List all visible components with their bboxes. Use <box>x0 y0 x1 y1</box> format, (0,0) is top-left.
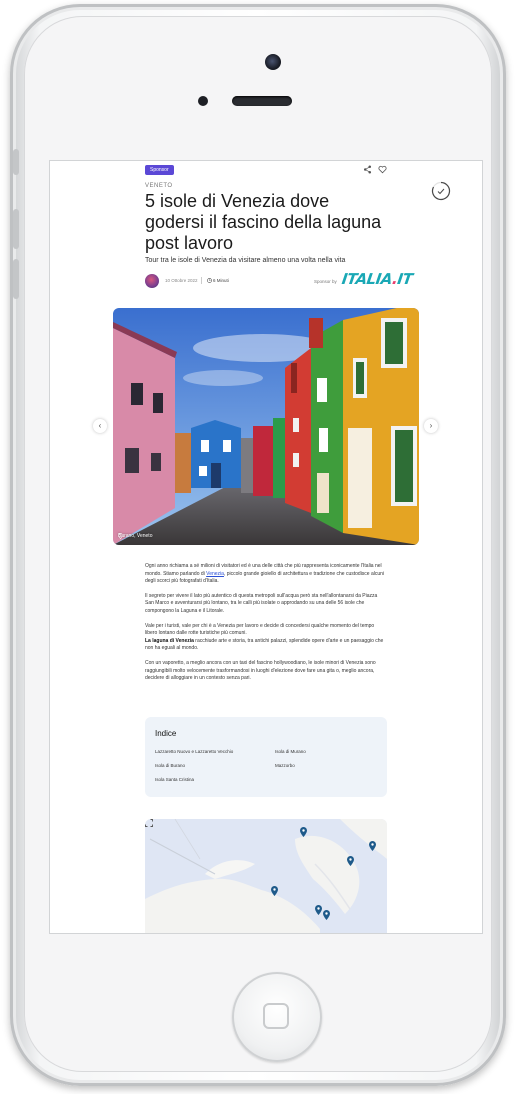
burano-street-illustration <box>113 308 419 545</box>
paragraph-3-bold: La laguna di Venezia <box>145 637 194 644</box>
map-pin-icon[interactable] <box>300 827 307 837</box>
map-pin-icon[interactable] <box>347 856 354 866</box>
volume-up-button <box>13 209 19 249</box>
read-time: 6 Minuti <box>213 278 229 283</box>
home-button[interactable] <box>232 972 322 1062</box>
reading-progress-icon <box>431 181 451 201</box>
mute-switch <box>13 149 19 175</box>
chevron-right-icon: › <box>429 421 433 430</box>
heart-icon[interactable] <box>378 165 387 174</box>
author-avatar[interactable] <box>145 274 159 288</box>
index-link[interactable]: Isola di Murano <box>275 749 306 754</box>
italia-it-logo[interactable]: ITALIA.IT <box>341 270 414 288</box>
paragraph-1: Ogni anno richiama a sé milioni di visit… <box>145 563 385 586</box>
carousel-prev-button[interactable]: ‹ <box>93 419 107 433</box>
index-title: Indice <box>155 729 177 738</box>
publish-date: 10 Ottobre 2022 <box>165 278 198 283</box>
map-pin-icon[interactable] <box>315 905 322 915</box>
sponsor-label: Sponsor by <box>314 279 337 284</box>
logo-text-end: IT <box>396 270 414 288</box>
paragraph-3-text-a: Vale per i turisti, vale per chi è a Ven… <box>145 622 375 637</box>
region-label: VENETO <box>145 183 173 189</box>
paragraph-2: Il segreto per vivere il lato più autent… <box>145 592 378 614</box>
map-pin-icon[interactable] <box>369 841 376 851</box>
meta-divider <box>201 277 202 284</box>
front-camera <box>265 54 281 70</box>
expand-icon[interactable] <box>145 819 153 827</box>
article-subtitle: Tour tra le isole di Venezia da visitare… <box>145 257 346 264</box>
index-link[interactable]: Isola Santa Cristina <box>155 777 194 782</box>
venezia-link[interactable]: Venezia <box>206 571 224 577</box>
index-box: Indice Lazzaretto Nuovo e Lazzaretto Vec… <box>145 717 387 797</box>
home-button-square-icon <box>263 1003 289 1029</box>
hero-image-burano[interactable]: Burano, Veneto <box>113 308 419 545</box>
article-title: 5 isole di Venezia dove godersi il fasci… <box>145 191 382 253</box>
map-pin-icon[interactable] <box>323 910 330 920</box>
index-link[interactable]: Isola di Burano <box>155 763 185 768</box>
article-body: Ogni anno richiama a sé milioni di visit… <box>145 563 385 690</box>
proximity-sensor <box>198 96 208 106</box>
index-link[interactable]: Mazzorbo <box>275 763 295 768</box>
hero-caption: Burano, Veneto <box>118 533 152 539</box>
earpiece-speaker <box>232 96 292 106</box>
carousel-next-button[interactable]: › <box>424 419 438 433</box>
logo-text-main: ITALIA <box>340 270 394 288</box>
islands-map[interactable] <box>145 819 387 933</box>
share-icon[interactable] <box>363 165 372 174</box>
sponsor-badge: Sponsor <box>145 165 174 175</box>
index-link[interactable]: Lazzaretto Nuovo e Lazzaretto Vecchio <box>155 749 233 754</box>
map-land-illustration <box>145 819 387 933</box>
location-pin-icon <box>118 533 123 539</box>
paragraph-3: Vale per i turisti, vale per chi è a Ven… <box>145 623 385 653</box>
phone-screen: Sponsor VENETO 5 isole di Venezia dove g… <box>50 161 482 933</box>
volume-down-button <box>13 259 19 299</box>
chevron-left-icon: ‹ <box>98 421 102 430</box>
paragraph-4: Con un vaporetto, a meglio ancora con un… <box>145 659 376 682</box>
hero-caption-text: Burano, Veneto <box>118 533 153 539</box>
clock-icon <box>207 278 212 283</box>
map-pin-icon[interactable] <box>271 886 278 896</box>
